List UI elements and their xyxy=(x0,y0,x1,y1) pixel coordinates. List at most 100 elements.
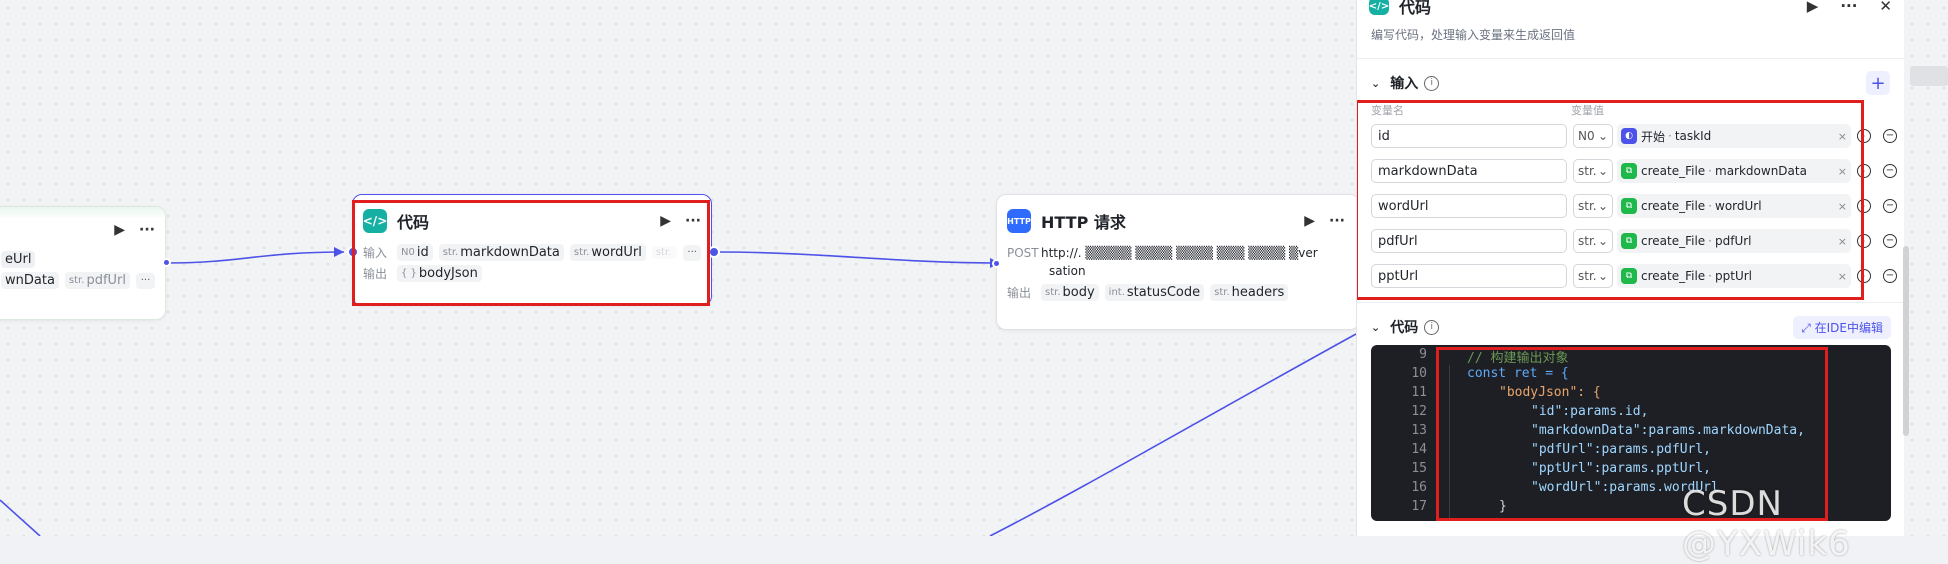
chevron-down-icon: ⌄ xyxy=(1597,269,1608,283)
http-icon: HTTP xyxy=(1007,209,1031,233)
variable-reference[interactable]: ⧉ create_File · markdownData × xyxy=(1617,159,1851,183)
settings-circle-icon[interactable]: · xyxy=(1857,234,1871,248)
input-tag-id: N0 id xyxy=(397,244,433,261)
run-icon[interactable]: ▶ xyxy=(1807,0,1819,15)
variable-reference[interactable]: ⧉ create_File · pdfUrl × xyxy=(1617,229,1851,253)
left-node-output-port[interactable] xyxy=(162,258,171,267)
clear-icon[interactable]: × xyxy=(1838,270,1847,283)
more-chip[interactable]: ··· xyxy=(136,272,155,289)
left-node[interactable]: ▶ ··· eUrl wnData str. pdfUrl ··· xyxy=(0,206,166,320)
type-select[interactable]: str. ⌄ xyxy=(1573,229,1613,253)
chevron-down-icon: ⌄ xyxy=(1597,129,1608,143)
output-tag-headers: str. headers xyxy=(1210,284,1289,301)
clear-icon[interactable]: × xyxy=(1838,235,1847,248)
more-icon[interactable]: ··· xyxy=(1840,0,1857,15)
settings-circle-icon[interactable]: · xyxy=(1857,199,1871,213)
settings-circle-icon[interactable]: · xyxy=(1857,129,1871,143)
close-icon[interactable]: ✕ xyxy=(1879,0,1892,15)
variable-row: wordUrl str. ⌄ ⧉ create_File · wordUrl × · … xyxy=(1371,193,1897,219)
clear-icon[interactable]: × xyxy=(1838,165,1847,178)
more-icon[interactable]: ··· xyxy=(1329,213,1345,229)
code-icon: </> xyxy=(363,209,387,233)
info-icon[interactable]: i xyxy=(1424,75,1440,91)
run-icon[interactable]: ▶ xyxy=(114,222,125,238)
info-icon[interactable]: i xyxy=(1424,319,1440,335)
clear-icon[interactable]: × xyxy=(1838,200,1847,213)
plugin-node-icon: ⧉ xyxy=(1621,198,1637,214)
output-tag: str. pdfUrl xyxy=(64,272,130,289)
type-select[interactable]: str. ⌄ xyxy=(1573,264,1613,288)
input-tag-markdownData: str. markdownData xyxy=(438,244,564,261)
http-node[interactable]: HTTP HTTP 请求 ▶ ··· POST http://. ▒▒▒▒▒ ▒… xyxy=(996,194,1360,330)
url-text-cont: sation xyxy=(1049,264,1086,278)
more-icon[interactable]: ··· xyxy=(139,222,155,238)
code-node[interactable]: </> 代码 ▶ ··· 输入 N0 id str. markdownData st… xyxy=(352,194,712,306)
chevron-down-icon: ⌄ xyxy=(1597,164,1608,178)
input-tag-faded: str. xyxy=(651,246,678,259)
watermark: CSDN @YXWik6 xyxy=(1682,484,1851,564)
plugin-node-icon: ⧉ xyxy=(1621,233,1637,249)
run-icon[interactable]: ▶ xyxy=(660,213,671,229)
more-icon[interactable]: ··· xyxy=(685,213,701,229)
panel-title: 代码 xyxy=(1399,0,1432,17)
chevron-down-icon[interactable]: ⌄ xyxy=(1371,321,1380,334)
page-scrollbar[interactable] xyxy=(1910,66,1948,86)
type-select[interactable]: N0 ⌄ xyxy=(1573,124,1613,148)
input-tag-wordUrl: str. wordUrl xyxy=(569,244,646,261)
variable-name-input[interactable]: pdfUrl xyxy=(1371,229,1567,253)
output-tag: wnData xyxy=(1,272,59,289)
remove-variable-button[interactable]: − xyxy=(1883,164,1897,178)
panel-description: 编写代码，处理输入变量来生成返回值 xyxy=(1371,28,1576,42)
output-tag-bodyJson: { } bodyJson xyxy=(397,265,482,282)
chevron-down-icon: ⌄ xyxy=(1597,234,1608,248)
panel-scrollbar[interactable] xyxy=(1903,246,1909,436)
clear-icon[interactable]: × xyxy=(1838,130,1847,143)
add-variable-button[interactable]: + xyxy=(1866,71,1890,95)
code-settings-panel: </> 代码 ▶ ··· ✕ 编写代码，处理输入变量来生成返回值 ⌄ 输入 i … xyxy=(1356,0,1904,536)
code-section-title: 代码 xyxy=(1390,320,1419,336)
remove-variable-button[interactable]: − xyxy=(1883,129,1897,143)
method-label: POST xyxy=(1007,246,1039,260)
variable-name-input[interactable]: markdownData xyxy=(1371,159,1567,183)
variable-row: id N0 ⌄ ◐ 开始 · taskId × · − xyxy=(1371,123,1897,149)
col-var-value: 变量值 xyxy=(1571,104,1604,117)
settings-circle-icon[interactable]: · xyxy=(1857,269,1871,283)
variable-row: pdfUrl str. ⌄ ⧉ create_File · pdfUrl × · − xyxy=(1371,228,1897,254)
col-var-name: 变量名 xyxy=(1371,104,1404,117)
variable-name-input[interactable]: id xyxy=(1371,124,1567,148)
variable-reference[interactable]: ⧉ create_File · wordUrl × xyxy=(1617,194,1851,218)
variable-name-input[interactable]: pptUrl xyxy=(1371,264,1567,288)
remove-variable-button[interactable]: − xyxy=(1883,234,1897,248)
code-icon: </> xyxy=(1369,0,1389,15)
remove-variable-button[interactable]: − xyxy=(1883,269,1897,283)
variable-row: pptUrl str. ⌄ ⧉ create_File · pptUrl × · − xyxy=(1371,263,1897,289)
output-tag-statusCode: int. statusCode xyxy=(1104,284,1205,301)
url-text: http://. ▒▒▒▒▒ ▒▒▒▒ ▒▒▒▒ ▒▒▒ ▒▒▒▒ ▒ver xyxy=(1041,246,1318,260)
output-tag-body: str. body xyxy=(1041,284,1099,301)
input-section-title: 输入 xyxy=(1390,76,1419,92)
code-node-input-port[interactable] xyxy=(347,246,359,258)
input-label: 输入 xyxy=(363,246,388,260)
run-icon[interactable]: ▶ xyxy=(1304,213,1315,229)
node-title: 代码 xyxy=(397,213,430,232)
http-node-input-port[interactable] xyxy=(992,259,1001,268)
output-label: 输出 xyxy=(363,267,388,281)
type-select[interactable]: str. ⌄ xyxy=(1573,194,1613,218)
chevron-down-icon[interactable]: ⌄ xyxy=(1371,77,1380,90)
chevron-down-icon: ⌄ xyxy=(1597,199,1608,213)
edit-in-ide-button[interactable]: ⤢ 在IDE中编辑 xyxy=(1793,315,1891,339)
variable-name-input[interactable]: wordUrl xyxy=(1371,194,1567,218)
plugin-node-icon: ⧉ xyxy=(1621,268,1637,284)
settings-circle-icon[interactable]: · xyxy=(1857,164,1871,178)
variable-reference[interactable]: ⧉ create_File · pptUrl × xyxy=(1617,264,1851,288)
type-select[interactable]: str. ⌄ xyxy=(1573,159,1613,183)
node-title: HTTP 请求 xyxy=(1041,213,1126,232)
output-tag: eUrl xyxy=(1,251,36,268)
variable-row: markdownData str. ⌄ ⧉ create_File · markdow… xyxy=(1371,158,1897,184)
code-node-output-port[interactable] xyxy=(708,246,720,258)
remove-variable-button[interactable]: − xyxy=(1883,199,1897,213)
variable-reference[interactable]: ◐ 开始 · taskId × xyxy=(1617,124,1851,148)
start-node-icon: ◐ xyxy=(1621,128,1637,144)
more-chip[interactable]: ··· xyxy=(683,244,701,261)
plugin-node-icon: ⧉ xyxy=(1621,163,1637,179)
